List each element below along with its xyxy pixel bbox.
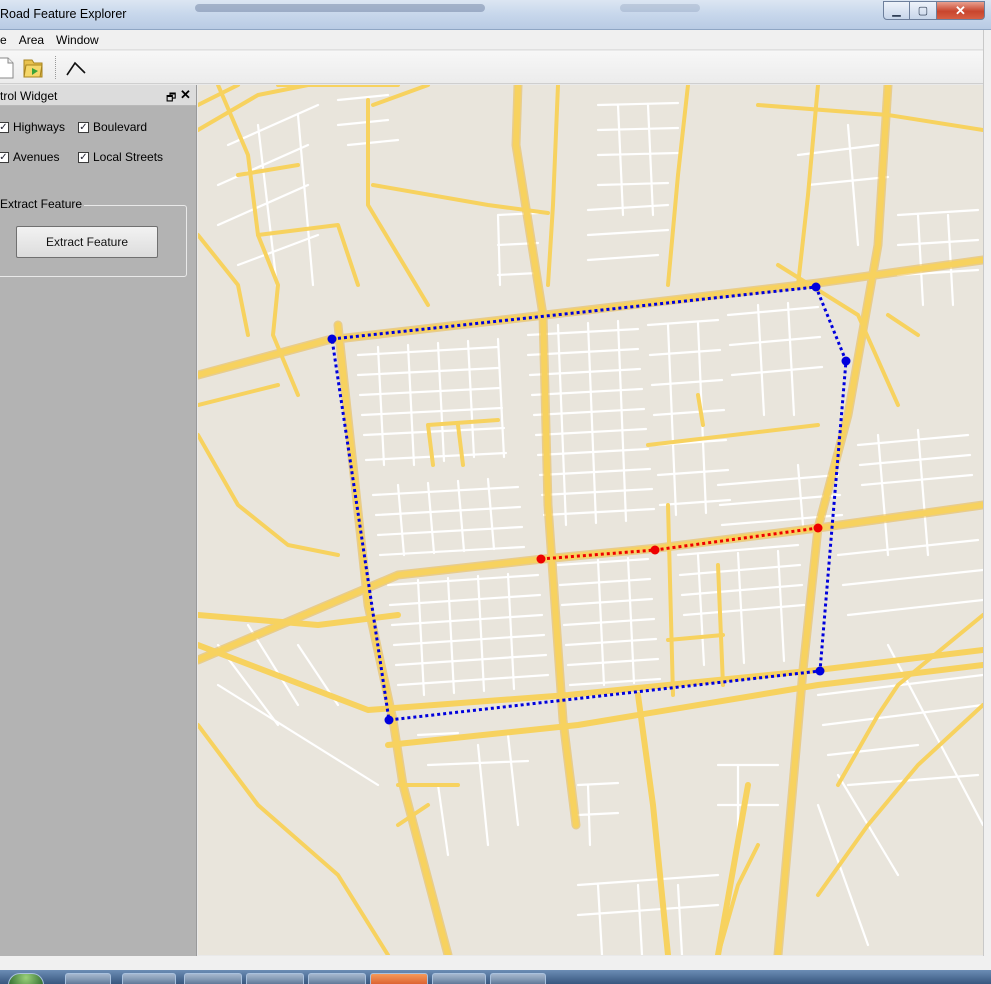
minimize-icon: ▁ [892, 5, 901, 17]
maximize-button[interactable]: ▢ [910, 1, 937, 20]
window-right-border [983, 30, 991, 960]
taskbar-button[interactable] [370, 973, 428, 984]
start-orb[interactable] [8, 973, 44, 984]
segment-vertex[interactable] [650, 545, 660, 555]
new-document-icon [0, 57, 14, 79]
menu-window[interactable]: Window [50, 33, 105, 47]
major-roads-layer [198, 85, 983, 955]
draw-polyline-button[interactable] [64, 56, 88, 80]
extract-feature-group-title: Extract Feature [0, 197, 85, 211]
taskbar-button[interactable] [432, 973, 486, 984]
menu-file[interactable]: e [0, 33, 13, 47]
maximize-icon: ▢ [917, 5, 929, 17]
dock-title-bar[interactable]: trol Widget 🗗 ✕ [0, 85, 196, 106]
open-folder-button[interactable] [21, 56, 45, 80]
polygon-vertex[interactable] [841, 356, 851, 366]
title-bar[interactable]: Road Feature Explorer ▁ ▢ ✕ [0, 0, 991, 30]
os-taskbar [0, 970, 991, 984]
taskbar-button[interactable] [490, 973, 546, 984]
extract-feature-button[interactable]: Extract Feature [16, 226, 158, 258]
dock-float-icon[interactable]: 🗗 [166, 89, 176, 108]
polygon-vertex[interactable] [327, 334, 337, 344]
checkbox-highways[interactable]: ✓ Highways [0, 120, 65, 134]
checkbox-boulevard[interactable]: ✓ Boulevard [78, 120, 147, 134]
toolbar-separator [55, 56, 57, 79]
draw-polyline-icon [66, 61, 86, 76]
menu-bar: e Area Window [0, 30, 985, 50]
checkbox-boulevard-label: Boulevard [93, 120, 148, 134]
status-bar [0, 956, 991, 970]
segment-vertex[interactable] [813, 523, 823, 533]
taskbar-button[interactable] [65, 973, 111, 984]
application-window: Road Feature Explorer ▁ ▢ ✕ e Area Windo… [0, 0, 991, 984]
dock-close-icon[interactable]: ✕ [180, 87, 191, 103]
toolbar [0, 51, 985, 84]
polygon-vertex[interactable] [815, 666, 825, 676]
control-widget-dock: trol Widget 🗗 ✕ ✓ Highways ✓ Boulevard ✓… [0, 85, 197, 956]
segment-vertex[interactable] [536, 554, 546, 564]
taskbar-button[interactable] [184, 973, 242, 984]
checkbox-avenues[interactable]: ✓ Avenues [0, 150, 59, 164]
close-icon: ✕ [955, 2, 966, 18]
dock-title: trol Widget [0, 89, 58, 103]
open-folder-icon [23, 59, 43, 78]
map-canvas[interactable] [198, 85, 983, 955]
window-caption-buttons: ▁ ▢ ✕ [883, 1, 985, 20]
checkbox-boulevard-box[interactable]: ✓ [78, 121, 89, 133]
close-window-button[interactable]: ✕ [937, 1, 985, 20]
polygon-vertex[interactable] [811, 282, 821, 292]
polygon-vertex[interactable] [384, 715, 394, 725]
checkbox-avenues-box[interactable]: ✓ [0, 151, 9, 163]
obscured-title-region [620, 4, 700, 12]
checkbox-highways-label: Highways [13, 120, 66, 134]
checkbox-highways-box[interactable]: ✓ [0, 121, 9, 133]
checkbox-local-streets[interactable]: ✓ Local Streets [78, 150, 163, 164]
minimize-button[interactable]: ▁ [883, 1, 910, 20]
checkbox-avenues-label: Avenues [13, 150, 60, 164]
window-title: Road Feature Explorer [0, 7, 127, 21]
taskbar-button[interactable] [308, 973, 366, 984]
new-document-button[interactable] [0, 56, 18, 80]
menu-area[interactable]: Area [13, 33, 50, 47]
map-view[interactable] [198, 85, 983, 955]
obscured-title-region [195, 4, 485, 12]
taskbar-button[interactable] [122, 973, 176, 984]
taskbar-button[interactable] [246, 973, 304, 984]
checkbox-local-streets-box[interactable]: ✓ [78, 151, 89, 163]
checkbox-local-streets-label: Local Streets [93, 150, 164, 164]
